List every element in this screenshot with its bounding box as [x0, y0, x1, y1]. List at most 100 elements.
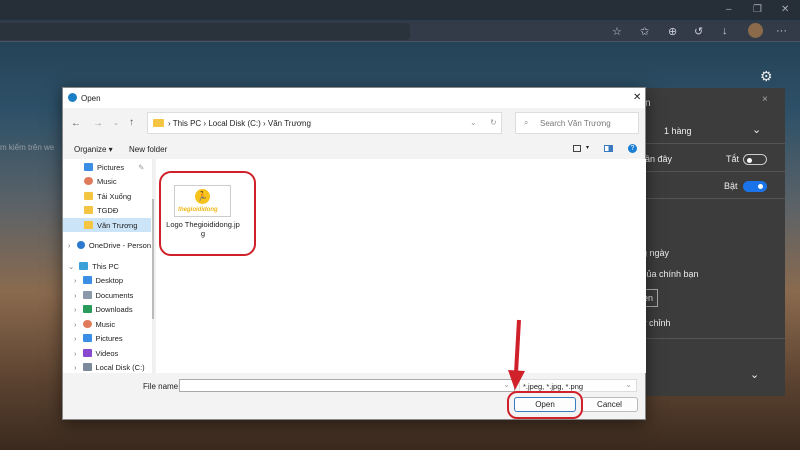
- search-placeholder: Search Văn Trương: [540, 119, 611, 128]
- nav-label: Desktop: [95, 275, 124, 285]
- option-text[interactable]: g ngày: [642, 248, 669, 258]
- chevron-down-icon[interactable]: ⌄: [750, 368, 759, 381]
- more-menu-button[interactable]: ···: [776, 25, 787, 37]
- nav-label: Pictures: [97, 162, 125, 172]
- search-hint: m kiếm trên we: [0, 143, 55, 152]
- dialog-close-button[interactable]: ✕: [633, 92, 641, 103]
- chevron-down-icon: ⌄: [752, 124, 762, 136]
- avatar[interactable]: [748, 23, 763, 38]
- preview-pane-icon[interactable]: [604, 145, 613, 152]
- gear-icon[interactable]: ⚙: [760, 68, 773, 85]
- forward-icon[interactable]: →: [93, 118, 103, 129]
- drive-icon: [82, 363, 92, 371]
- back-icon[interactable]: ←: [71, 118, 81, 129]
- nav-item-tai-xuong[interactable]: Tải Xuống: [63, 189, 151, 203]
- help-icon[interactable]: ?: [628, 144, 637, 153]
- nav-label: Tải Xuống: [97, 191, 132, 201]
- downloads-icon: [82, 305, 92, 313]
- computer-icon: [79, 262, 89, 270]
- expand-icon[interactable]: ›: [74, 320, 77, 329]
- expand-icon[interactable]: ›: [74, 305, 77, 314]
- address-breadcrumb[interactable]: › This PC › Local Disk (C:) › Văn Trương…: [147, 112, 502, 134]
- open-file-dialog: Open ✕ ← → ⌄ ↑ › This PC › Local Disk (C…: [62, 87, 646, 420]
- expand-icon[interactable]: ›: [74, 349, 77, 358]
- breadcrumb: › This PC › Local Disk (C:) › Văn Trương: [168, 119, 311, 128]
- row-label: 1 hàng: [664, 126, 692, 136]
- nav-label: TGDĐ: [97, 205, 119, 215]
- search-input[interactable]: ⌕ Search Văn Trương: [515, 112, 639, 134]
- filename-input[interactable]: ⌄: [179, 379, 515, 392]
- nav-item-videos[interactable]: › Videos: [63, 346, 151, 360]
- nav-label: Downloads: [95, 304, 133, 314]
- search-icon: ⌕: [524, 118, 529, 127]
- organize-button[interactable]: Organize ▾: [74, 145, 113, 154]
- nav-item-onedrive[interactable]: › OneDrive - Person: [63, 238, 151, 252]
- music-icon: [84, 177, 93, 185]
- pictures-icon: [84, 163, 93, 171]
- chevron-down-icon[interactable]: ⌄: [470, 118, 477, 127]
- edge-icon: [68, 93, 77, 102]
- favorite-add-icon[interactable]: ☆: [612, 25, 622, 38]
- nav-scrollbar[interactable]: [152, 159, 155, 373]
- expand-icon[interactable]: ›: [74, 363, 77, 372]
- logo-icon: 🏃: [195, 189, 210, 204]
- nav-label: OneDrive - Person: [88, 240, 151, 250]
- annotation-highlight: [507, 391, 583, 419]
- view-icon[interactable]: [573, 145, 581, 152]
- favorites-icon[interactable]: ✩: [640, 25, 649, 38]
- feature-toggle[interactable]: [743, 181, 767, 192]
- nav-item-downloads[interactable]: › Downloads: [63, 302, 151, 316]
- nav-item-tgdd[interactable]: TGDĐ: [63, 203, 151, 217]
- option-text[interactable]: y chỉnh: [642, 318, 671, 328]
- maximize-button[interactable]: ❐: [753, 4, 762, 15]
- history-icon[interactable]: ↺: [694, 25, 703, 38]
- toggle-state: Tắt: [726, 154, 740, 164]
- refresh-icon[interactable]: ↻: [490, 118, 497, 127]
- up-icon[interactable]: ↑: [129, 117, 134, 128]
- nav-label: Pictures: [95, 333, 123, 343]
- breadcrumb-item[interactable]: This PC: [173, 119, 201, 128]
- expand-icon[interactable]: ›: [74, 334, 77, 343]
- annotation-arrow: [508, 319, 525, 390]
- nav-item-this-pc[interactable]: ⌄ This PC: [63, 259, 151, 273]
- expand-icon[interactable]: ›: [68, 241, 71, 250]
- folder-icon: [84, 206, 93, 214]
- nav-item-local-disk[interactable]: › Local Disk (C:): [63, 360, 151, 373]
- nav-label: Videos: [95, 348, 119, 358]
- option-text[interactable]: của chính bạn: [642, 269, 699, 279]
- cancel-button[interactable]: Cancel: [581, 397, 638, 412]
- file-item[interactable]: 🏃 thegioididong Logo Thegioididong.jpg: [166, 175, 250, 250]
- breadcrumb-item[interactable]: Văn Trương: [268, 119, 311, 128]
- nav-item-music[interactable]: Music: [63, 174, 151, 188]
- download-icon[interactable]: ↓: [722, 25, 728, 37]
- view-dropdown-icon[interactable]: ▾: [586, 144, 589, 151]
- recent-toggle[interactable]: [743, 154, 767, 165]
- expand-icon[interactable]: ›: [74, 276, 77, 285]
- dialog-titlebar: Open ✕: [63, 88, 645, 108]
- nav-item-van-truong[interactable]: Văn Trương: [63, 218, 151, 232]
- nav-label: Music: [97, 176, 117, 186]
- expand-icon[interactable]: ›: [74, 291, 77, 300]
- folder-icon: [84, 192, 93, 200]
- nav-label: Local Disk (C:): [95, 362, 145, 372]
- collapse-icon[interactable]: ⌄: [68, 262, 74, 271]
- chevron-down-icon[interactable]: ⌄: [625, 380, 632, 389]
- panel-close-button[interactable]: ×: [762, 94, 768, 105]
- recent-dropdown-icon[interactable]: ⌄: [113, 119, 119, 127]
- toggle-state: Bật: [724, 181, 738, 191]
- nav-item-pictures-pc[interactable]: › Pictures: [63, 331, 151, 345]
- address-bar[interactable]: [0, 23, 410, 40]
- breadcrumb-item[interactable]: Local Disk (C:): [208, 119, 260, 128]
- nav-label: This PC: [92, 261, 119, 271]
- nav-item-music-pc[interactable]: › Music: [63, 317, 151, 331]
- nav-item-pictures[interactable]: Pictures ✎: [63, 160, 151, 174]
- browser-toolbar: ☆ ✩ ⊕ ↺ ↓ ···: [0, 21, 800, 42]
- nav-item-desktop[interactable]: › Desktop: [63, 273, 151, 287]
- close-window-button[interactable]: ✕: [781, 4, 789, 15]
- collections-icon[interactable]: ⊕: [668, 25, 677, 38]
- navigation-pane: Pictures ✎ Music Tải Xuống TGDĐ Văn Trươn…: [63, 159, 152, 373]
- new-folder-button[interactable]: New folder: [129, 145, 167, 154]
- nav-label: Văn Trương: [97, 220, 138, 230]
- nav-item-documents[interactable]: › Documents: [63, 288, 151, 302]
- minimize-button[interactable]: –: [726, 4, 732, 15]
